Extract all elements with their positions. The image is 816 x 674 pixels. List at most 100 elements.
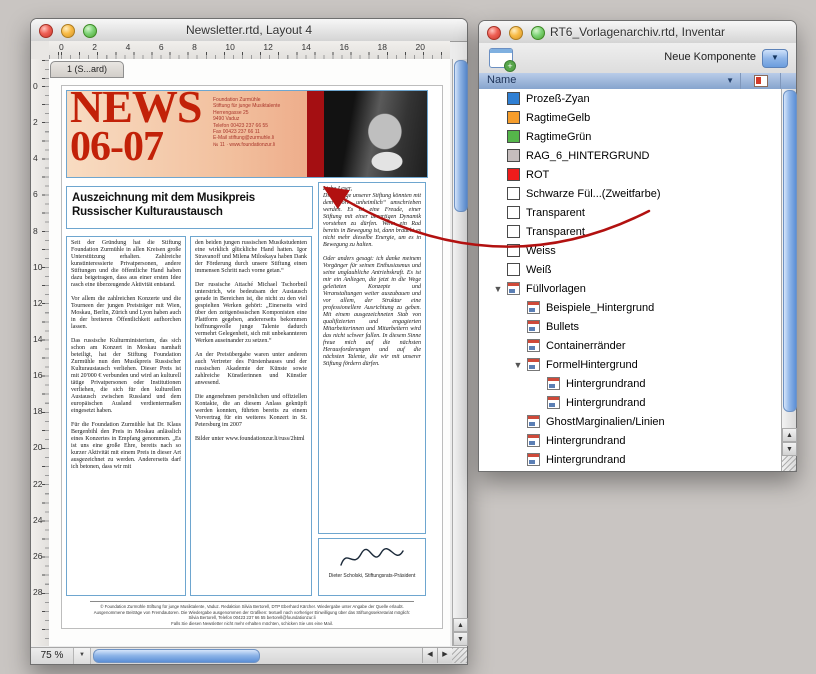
close-button[interactable] [487,26,501,40]
scroll-left-button[interactable]: ◀ [422,648,437,663]
disclosure-triangle-icon[interactable] [511,360,525,370]
scroll-thumb[interactable] [454,60,468,212]
list-item[interactable]: Füllvorlagen [479,279,781,298]
ruler-number: 18 [33,406,42,416]
list-item[interactable]: Transparent [479,222,781,241]
vertical-scrollbar[interactable]: ▲ ▼ [452,59,467,646]
minimize-button[interactable] [509,26,523,40]
portrait-photo [324,91,428,178]
ruler-number: 14 [301,42,310,52]
scroll-thumb[interactable] [783,90,797,412]
body-column-1[interactable]: Seit der Gründung hat die Stiftung Found… [66,236,186,596]
list-item[interactable]: Containerränder [479,336,781,355]
list-header[interactable]: Name ▼ [479,73,796,90]
list-item-label: Prozeß-Zyan [526,93,590,105]
list-item-label: Beispiele_Hintergrund [546,302,654,314]
page-footer: © Foundation Zurmühle Stiftung für junge… [90,601,414,626]
body-column-2[interactable]: den beiden jungen russischen Musikstuden… [190,236,312,596]
horizontal-scrollbar[interactable] [91,648,422,664]
list-item-label: RagtimeGelb [526,112,590,124]
signature-caption: Dieter Scholski, Stiftungsrats-Präsident [319,573,425,579]
headline-frame[interactable]: Auszeichnung mit dem Musikpreis Russisch… [66,186,313,229]
page-tab[interactable]: 1 (S...ard) [50,61,124,78]
list-item[interactable]: RagtimeGelb [479,108,781,127]
list-item[interactable]: Prozeß-Zyan [479,89,781,108]
list-item-label: RAG_6_HINTERGRUND [526,150,649,162]
disclosure-triangle-icon[interactable] [491,284,505,294]
list-item[interactable]: RAG_6_HINTERGRUND [479,146,781,165]
inventory-list: Prozeß-Zyan RagtimeGelb RagtimeGrün [479,89,781,471]
inventory-titlebar[interactable]: RT6_Vorlagenarchiv.rtd, Inventar [479,21,796,44]
ruler-number: 14 [33,334,42,344]
column-header-name[interactable]: Name ▼ [479,73,740,89]
color-swatch [507,92,520,105]
ruler-number: 28 [33,587,42,597]
new-component-icon[interactable] [489,48,513,68]
list-item-label: Schwarze Fül...(Zweitfarbe) [526,188,660,200]
component-icon [527,301,540,314]
ruler-number: 0 [33,81,42,91]
list-item[interactable]: Hintergrundrand [479,374,781,393]
signature-frame[interactable]: Dieter Scholski, Stiftungsrats-Präsident [318,538,426,596]
component-filter-icon [754,75,768,87]
list-item-label: RagtimeGrün [526,131,591,143]
ruler-number: 16 [339,42,348,52]
component-icon [527,339,540,352]
ruler-number: 20 [415,42,424,52]
scroll-down-button[interactable]: ▼ [453,632,468,646]
signature-image [337,545,407,571]
list-item[interactable]: Hintergrundrand [479,393,781,412]
list-item-label: Weiss [526,245,556,257]
scroll-up-button[interactable]: ▲ [782,428,797,442]
list-item[interactable]: Hintergrundrand [479,450,781,469]
component-icon [547,377,560,390]
ruler-number: 10 [225,42,234,52]
list-item[interactable]: Hintergrundrand [479,431,781,450]
scroll-up-button[interactable]: ▲ [453,618,468,632]
masthead-info: Foundation Zurmühle Stiftung für junge M… [213,97,305,148]
list-item-label: Hintergrundrand [566,397,646,409]
list-item-label: Bullets [546,321,579,333]
header-stub [781,73,796,89]
newsletter-titlebar[interactable]: Newsletter.rtd, Layout 4 [31,19,467,42]
resize-grip[interactable] [452,648,467,663]
list-item[interactable]: GhostMarginalien/Linien [479,412,781,431]
list-item[interactable]: Schwarze Fül...(Zweitfarbe) [479,184,781,203]
editorial-column[interactable]: Liebe Leser, Die Erfolge unserer Stiftun… [318,182,426,534]
list-item[interactable]: Transparent [479,203,781,222]
ruler-number: 12 [33,298,42,308]
component-icon [527,415,540,428]
ruler-number: 6 [33,189,42,199]
inventory-window: RT6_Vorlagenarchiv.rtd, Inventar Neue Ko… [478,20,797,472]
ruler-number: 26 [33,551,42,561]
new-component-popup-button[interactable]: ▼ [762,49,788,68]
zoom-button[interactable] [83,24,97,38]
newsletter-logo: NEWS 06-07 [70,90,220,168]
component-column-header[interactable] [741,73,780,89]
zoom-button[interactable] [531,26,545,40]
color-swatch [507,187,520,200]
color-swatch [507,130,520,143]
zoom-popup-button[interactable]: ▼ [74,648,91,664]
list-item[interactable]: Weiß [479,260,781,279]
minimize-button[interactable] [61,24,75,38]
status-bar: 75 % ▼ ◀ ▶ [31,647,467,664]
status-zoom[interactable]: 75 % [31,648,74,664]
component-icon [507,282,520,295]
resize-grip[interactable] [781,456,796,471]
list-item[interactable]: Weiss [479,241,781,260]
masthead-frame[interactable]: NEWS 06-07 Foundation Zurmühle Stiftung … [66,90,428,178]
masthead-red-bar [307,91,324,178]
scroll-thumb[interactable] [93,649,260,663]
list-item[interactable]: Beispiele_Hintergrund [479,298,781,317]
list-item[interactable]: ROT [479,165,781,184]
close-button[interactable] [39,24,53,38]
component-icon [527,453,540,466]
component-icon [527,434,540,447]
list-item[interactable]: Bullets [479,317,781,336]
list-item[interactable]: FormelHintergrund [479,355,781,374]
list-item[interactable]: RagtimeGrün [479,127,781,146]
vertical-scrollbar[interactable]: ▲ ▼ [781,89,796,471]
scroll-down-button[interactable]: ▼ [782,442,797,456]
scroll-right-button[interactable]: ▶ [437,648,452,663]
